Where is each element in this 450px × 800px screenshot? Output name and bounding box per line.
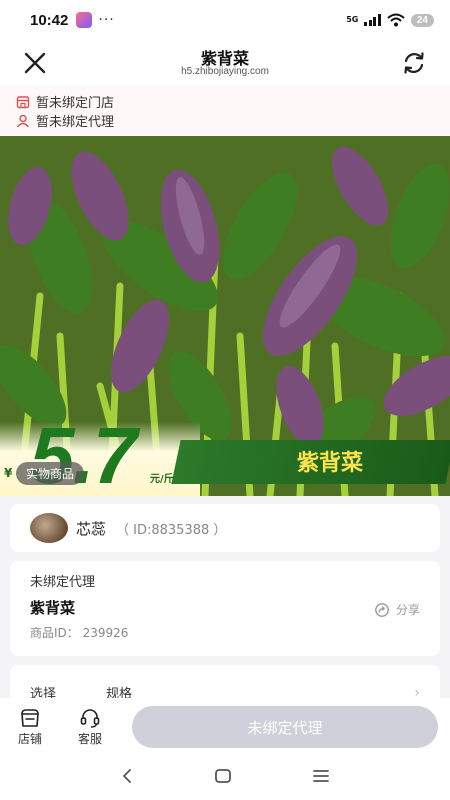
person-icon <box>16 114 30 127</box>
network-type-label: 5G <box>346 15 359 24</box>
customer-service-button[interactable]: 客服 <box>60 708 120 747</box>
agent-binding-status: 暂未绑定代理 <box>36 115 115 130</box>
agent-binding-row[interactable]: 暂未绑定代理 <box>16 111 434 130</box>
store-tab-button[interactable]: 店铺 <box>0 708 60 747</box>
product-info-card: 未绑定代理 紫背菜 商品ID： 239926 分享 <box>10 561 440 656</box>
banner-product-name: 紫背菜 <box>296 451 363 476</box>
battery-indicator: 24 <box>410 13 434 27</box>
headset-icon <box>80 708 100 728</box>
store-binding-row[interactable]: 暂未绑定门店 <box>16 92 434 111</box>
nav-bar: 紫背菜 h5.zhibojiaying.com <box>0 40 450 86</box>
unbound-agent-label: 未绑定代理 <box>30 575 96 590</box>
page-domain: h5.zhibojiaying.com <box>181 66 269 77</box>
share-button[interactable]: 分享 <box>374 601 420 618</box>
product-title: 紫背菜 <box>30 599 76 617</box>
share-icon <box>375 602 389 617</box>
signal-icon <box>364 14 381 26</box>
store-icon <box>16 95 30 108</box>
product-id: 商品ID： 239926 <box>30 626 129 640</box>
menu-nav-icon[interactable] <box>312 768 330 788</box>
store-avatar <box>30 513 68 543</box>
home-nav-icon[interactable] <box>214 768 232 788</box>
store-name: 芯蕊 <box>76 519 107 538</box>
physical-goods-tag: 实物商品 <box>16 462 85 485</box>
back-nav-icon[interactable] <box>120 768 134 788</box>
more-notifications-icon: ··· <box>98 12 115 28</box>
currency-symbol: ¥ <box>4 466 13 480</box>
bind-agent-button[interactable]: 未绑定代理 <box>132 706 438 748</box>
store-id: （ ID:8835388 ） <box>116 522 227 538</box>
refresh-icon[interactable] <box>400 49 428 77</box>
product-image[interactable]: ¥ 5.7 元/斤 实物商品 紫背菜 <box>0 136 450 496</box>
status-bar: 10:42 ··· 5G 24 <box>0 0 450 40</box>
wifi-icon <box>387 13 405 27</box>
system-nav-bar <box>0 756 450 800</box>
store-card[interactable]: 芯蕊 （ ID:8835388 ） <box>10 504 440 552</box>
price-unit: 元/斤 <box>150 474 174 485</box>
bottom-action-bar: 店铺 客服 未绑定代理 <box>0 698 450 756</box>
binding-info: 暂未绑定门店 暂未绑定代理 <box>0 86 450 136</box>
store-binding-status: 暂未绑定门店 <box>36 96 115 111</box>
notification-app-icon <box>76 12 93 28</box>
store-tab-label: 店铺 <box>17 731 42 746</box>
customer-service-label: 客服 <box>77 731 102 746</box>
status-time: 10:42 <box>30 11 69 29</box>
share-label: 分享 <box>395 603 420 617</box>
shop-icon <box>21 708 39 727</box>
price-banner: ¥ 5.7 元/斤 实物商品 紫背菜 <box>0 411 450 496</box>
